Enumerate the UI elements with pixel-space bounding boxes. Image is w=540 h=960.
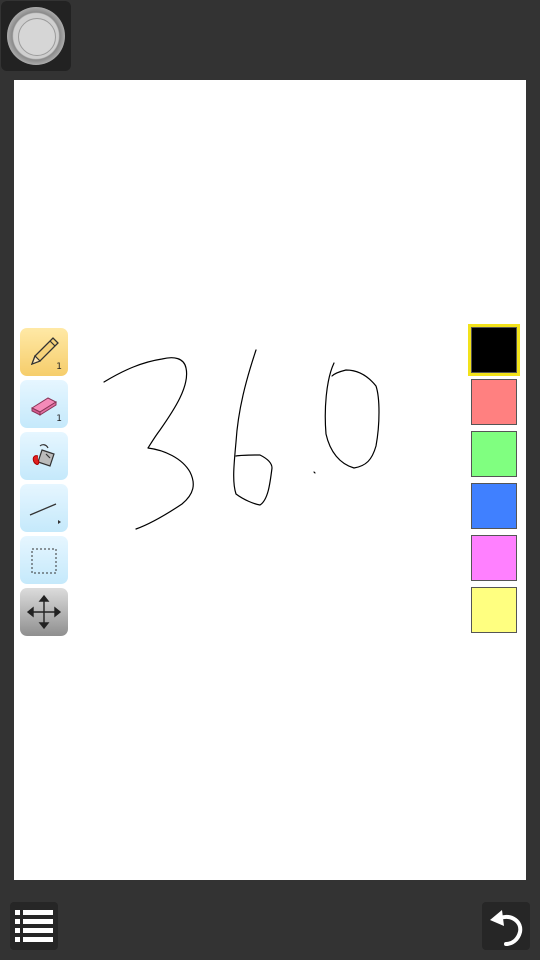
- paint-bucket-icon: [32, 444, 55, 467]
- pencil-size-label: 1: [56, 362, 62, 372]
- move-arrows-icon: [26, 594, 62, 630]
- stroke-digit-6: [233, 349, 273, 506]
- drawing-app: 1 1: [0, 0, 540, 960]
- undo-icon: [490, 910, 523, 946]
- tool-palette: 1 1: [20, 328, 68, 640]
- swatch-blue-wrap[interactable]: [468, 480, 520, 532]
- select-tool[interactable]: [20, 536, 68, 584]
- color-swatch-blue: [471, 483, 517, 529]
- swatch-red-wrap[interactable]: [468, 376, 520, 428]
- color-swatch-magenta: [471, 535, 517, 581]
- color-swatch-green: [471, 431, 517, 477]
- list-menu-button[interactable]: [10, 902, 58, 950]
- eraser-tool[interactable]: 1: [20, 380, 68, 428]
- swatch-black-selected[interactable]: [468, 324, 520, 376]
- stroke-dot: [313, 471, 316, 474]
- pencil-tool[interactable]: 1: [20, 328, 68, 376]
- sketch-strokes: [103, 349, 380, 530]
- swatch-magenta-wrap[interactable]: [468, 532, 520, 584]
- color-palette: [468, 324, 520, 636]
- line-icon: [29, 503, 61, 524]
- bottom-bar: [0, 880, 540, 960]
- color-swatch-black: [471, 327, 517, 373]
- move-tool[interactable]: [20, 588, 68, 636]
- color-swatch-red: [471, 379, 517, 425]
- eraser-size-label: 1: [56, 414, 62, 424]
- undo-button[interactable]: [482, 902, 530, 950]
- dotted-rectangle-icon: [31, 548, 57, 574]
- color-swatch-yellow: [471, 587, 517, 633]
- circle-menu-icon: [7, 7, 65, 65]
- stroke-digit-3: [103, 357, 194, 530]
- fill-tool[interactable]: [20, 432, 68, 480]
- list-icon: [15, 910, 53, 942]
- circle-menu-button[interactable]: [1, 1, 71, 71]
- stroke-digit-0: [324, 362, 380, 469]
- swatch-green-wrap[interactable]: [468, 428, 520, 480]
- line-tool[interactable]: [20, 484, 68, 532]
- drawing-canvas[interactable]: [14, 80, 526, 880]
- top-bar: [0, 0, 540, 80]
- swatch-yellow-wrap[interactable]: [468, 584, 520, 636]
